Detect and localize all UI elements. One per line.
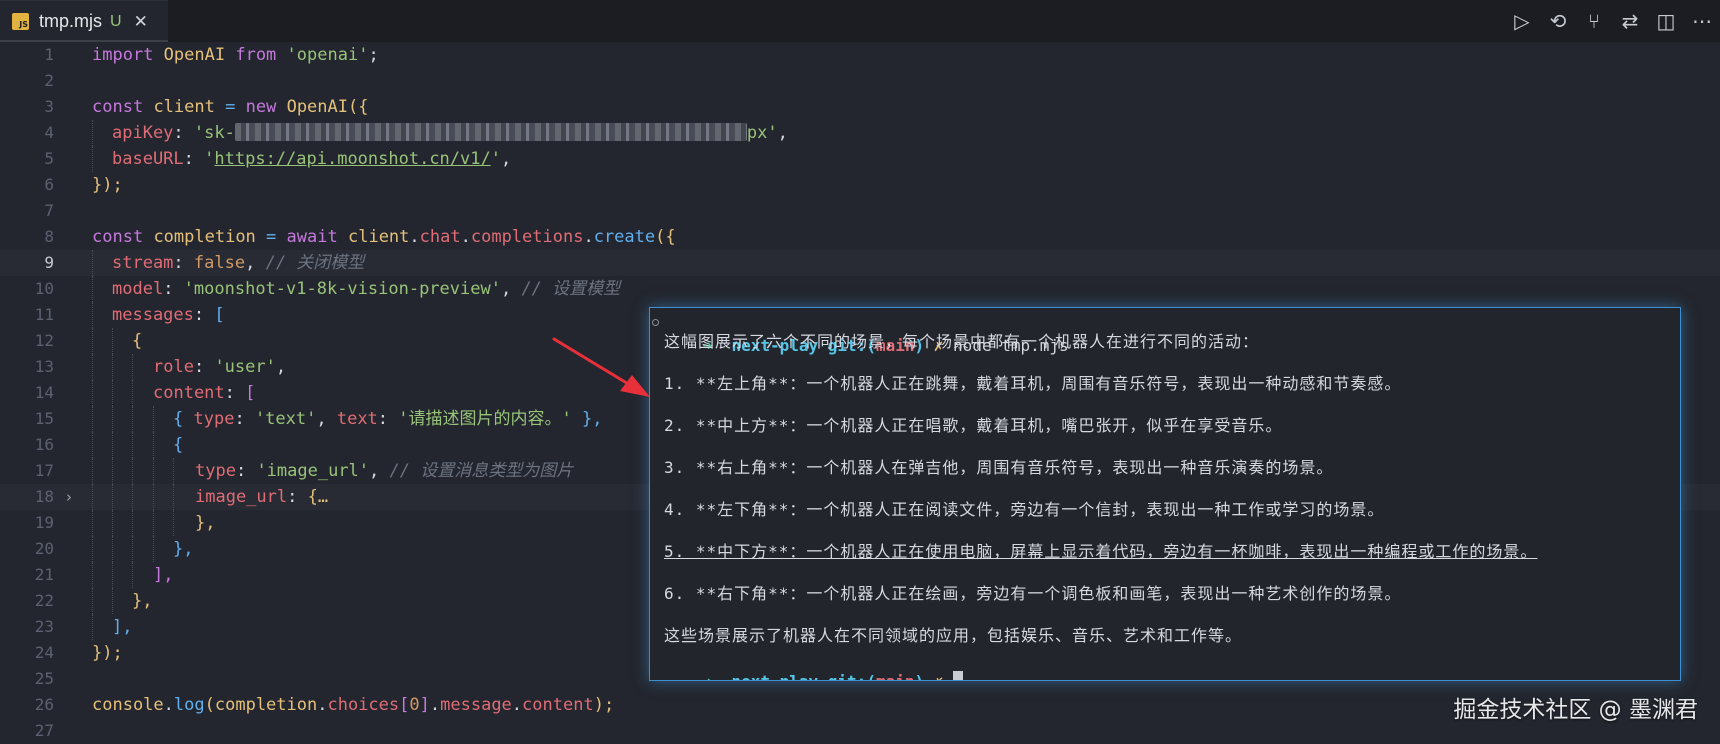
line-number: 3 — [44, 97, 54, 116]
terminal-output-line: 1. **左上角**：一个机器人正在跳舞，戴着耳机，周围有音乐符号，表现出一种动… — [664, 374, 1402, 393]
tab-filename: tmp.mjs — [39, 11, 102, 31]
line-number: 14 — [34, 383, 54, 402]
code-line: 4 apiKey: 'sk-px', — [0, 120, 1720, 146]
line-number: 26 — [34, 695, 54, 714]
code-line: 7 — [0, 198, 1720, 224]
folded-region[interactable]: {… — [308, 487, 328, 507]
terminal-output-line: 这些场景展示了机器人在不同领域的应用，包括娱乐、音乐、艺术和工作等。 — [664, 626, 1243, 645]
line-number: 5 — [44, 149, 54, 168]
line-number: 11 — [34, 305, 54, 324]
annotation-arrow-icon — [552, 337, 650, 397]
code-line: 1 import OpenAI from 'openai'; — [0, 42, 1720, 68]
line-number: 4 — [44, 123, 54, 142]
terminal-prompt-line[interactable]: ➜ next-play git:(main) ✗ — [664, 646, 964, 680]
code-line: 6 }); — [0, 172, 1720, 198]
split-editor-icon[interactable]: ◫ — [1648, 3, 1684, 39]
code-line: 2 — [0, 68, 1720, 94]
line-number: 21 — [34, 565, 54, 584]
line-number: 13 — [34, 357, 54, 376]
code-line: 3 const client = new OpenAI({ — [0, 94, 1720, 120]
line-number: 23 — [34, 617, 54, 636]
line-number: 6 — [44, 175, 54, 194]
code-line: 8 const completion = await client.chat.c… — [0, 224, 1720, 250]
javascript-file-icon: JS — [12, 13, 29, 30]
terminal-output-line: 5. **中下方**：一个机器人正在使用电脑，屏幕上显示着代码，旁边有一杯咖啡，… — [664, 542, 1538, 561]
terminal-output-line: 6. **右下角**：一个机器人正在绘画，旁边有一个调色板和画笔，表现出一种艺术… — [664, 584, 1402, 603]
run-icon[interactable]: ▷ — [1504, 3, 1540, 39]
close-icon[interactable]: ✕ — [134, 12, 148, 32]
line-number: 19 — [34, 513, 54, 532]
line-number: 18 — [34, 487, 54, 506]
line-number: 8 — [44, 227, 54, 246]
code-line: 10 model: 'moonshot-v1-8k-vision-preview… — [0, 276, 1720, 302]
terminal-output-line: 这幅图展示了六个不同的场景，每个场景中都有一个机器人在进行不同的活动： — [664, 332, 1260, 351]
watermark: 掘金技术社区 @ 墨渊君 — [1453, 697, 1698, 723]
line-number: 2 — [44, 71, 54, 90]
line-number: 12 — [34, 331, 54, 350]
untracked-status-badge: U — [110, 12, 122, 30]
terminal-output-line: 4. **左下角**：一个机器人正在阅读文件，旁边有一个信封，表现出一种工作或学… — [664, 500, 1385, 519]
history-icon[interactable]: ⟲ — [1540, 3, 1576, 39]
line-number: 22 — [34, 591, 54, 610]
code-line-active: 9 stream: false, // 关闭模型 — [0, 250, 1720, 276]
line-number: 24 — [34, 643, 54, 662]
line-number: 10 — [34, 279, 54, 298]
line-number: 1 — [44, 45, 54, 64]
line-number: 7 — [44, 201, 54, 220]
terminal-panel[interactable]: ➜ next-play git:(main) ✗ node tmp.mjs 这幅… — [649, 307, 1681, 681]
tab-tmp-mjs[interactable]: JS tmp.mjs U ✕ — [0, 0, 168, 42]
line-number: 17 — [34, 461, 54, 480]
editor-actions: ▷ ⟲ ⑂ ⇄ ◫ ⋯ — [1504, 0, 1720, 42]
chevron-right-icon[interactable]: › — [66, 484, 72, 510]
redacted-api-key — [234, 123, 747, 141]
prompt-arrow-icon: ➜ — [703, 672, 713, 680]
line-number: 9 — [44, 253, 54, 272]
prompt-status-icon — [652, 319, 659, 326]
line-number: 25 — [34, 669, 54, 688]
line-number: 20 — [34, 539, 54, 558]
compare-icon[interactable]: ⇄ — [1612, 3, 1648, 39]
more-icon[interactable]: ⋯ — [1684, 3, 1720, 39]
source-control-icon[interactable]: ⑂ — [1576, 3, 1612, 39]
base-url-link[interactable]: https://api.moonshot.cn/v1/ — [214, 149, 490, 169]
line-number: 16 — [34, 435, 54, 454]
code-line: 5 baseURL: 'https://api.moonshot.cn/v1/'… — [0, 146, 1720, 172]
tab-bar: JS tmp.mjs U ✕ ▷ ⟲ ⑂ ⇄ ◫ ⋯ — [0, 0, 1720, 42]
terminal-cursor — [953, 671, 964, 680]
line-number: 15 — [34, 409, 54, 428]
line-number: 27 — [34, 721, 54, 740]
terminal-output-line: 2. **中上方**：一个机器人正在唱歌，戴着耳机，嘴巴张开，似乎在享受音乐。 — [664, 416, 1283, 435]
terminal-output-line: 3. **右上角**：一个机器人在弹吉他，周围有音乐符号，表现出一种音乐演奏的场… — [664, 458, 1334, 477]
